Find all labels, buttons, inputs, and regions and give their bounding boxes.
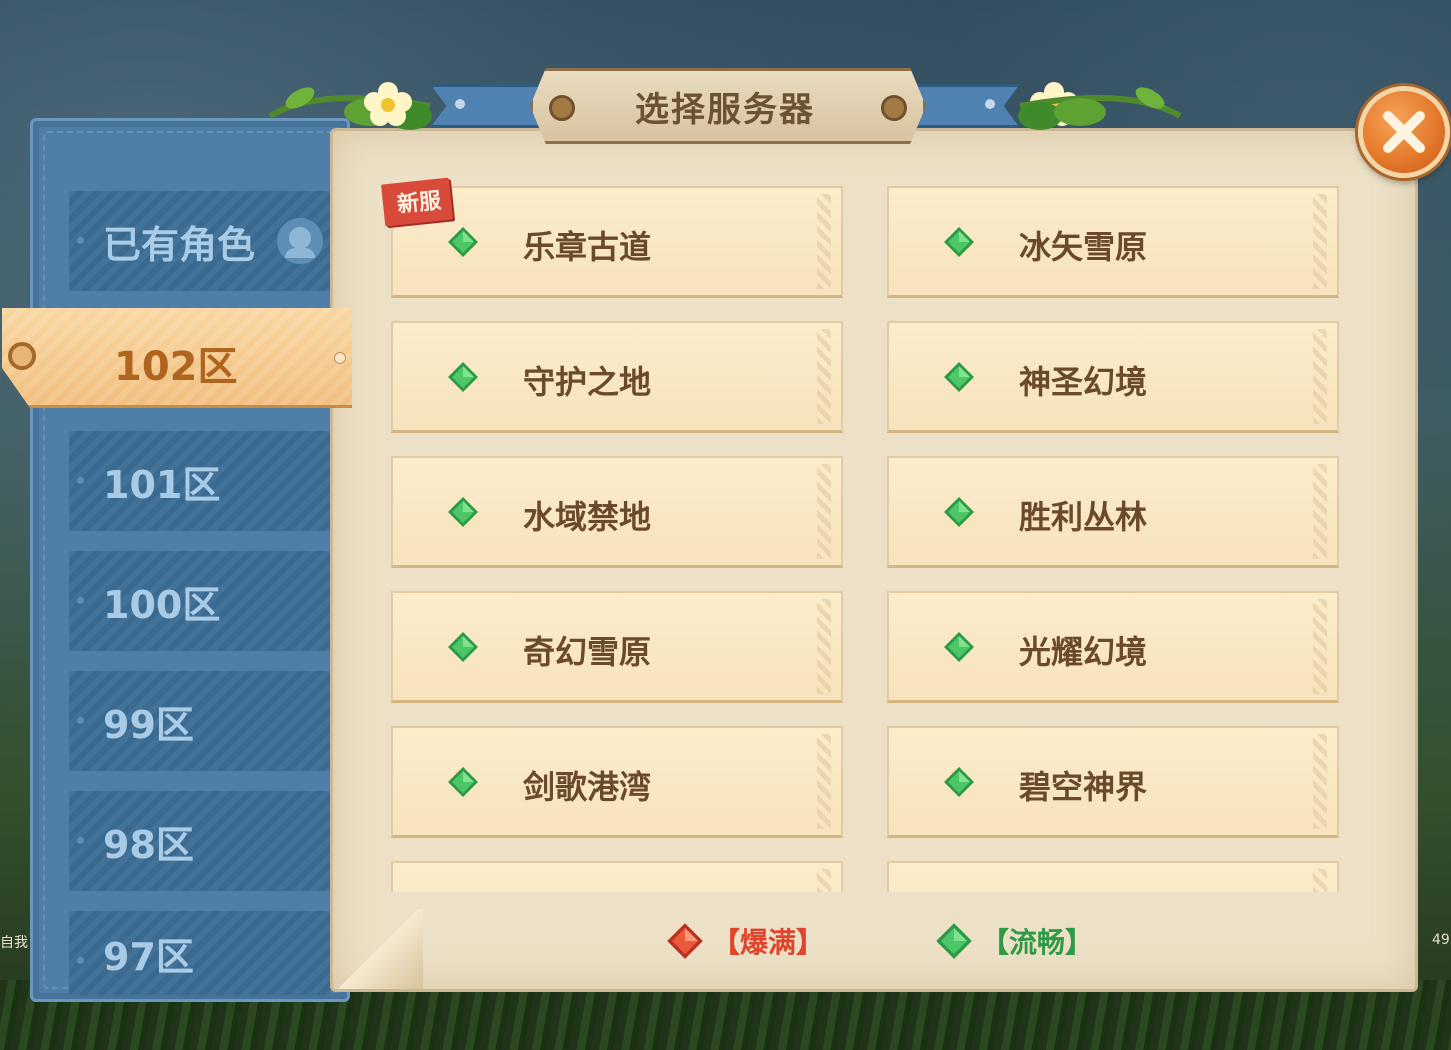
close-button[interactable] bbox=[1358, 86, 1450, 178]
server-card[interactable]: 胜利丛林 bbox=[887, 456, 1339, 568]
green-gem-icon bbox=[448, 227, 478, 257]
server-card[interactable]: 奇幻雪原 bbox=[391, 591, 843, 703]
sidebar-item-zone-100[interactable]: 100区 bbox=[69, 551, 331, 651]
sidebar-item-zone-102-selected[interactable]: 102区 bbox=[2, 308, 352, 408]
sidebar-item-label: 102区 bbox=[114, 344, 238, 390]
server-name: 剑歌港湾 bbox=[523, 768, 652, 806]
server-name: 冰矢雪原 bbox=[1019, 228, 1148, 266]
legend-smooth-label: 【流畅】 bbox=[981, 926, 1094, 959]
server-list-panel: 乐章古道 冰矢雪原 守护之地 神圣幻境 水域禁地 胜利丛林 奇幻雪原 光耀幻境 … bbox=[330, 128, 1418, 992]
new-server-badge: 新服 bbox=[380, 177, 454, 227]
background-edge-text-right: 49 bbox=[1432, 932, 1450, 948]
server-card[interactable]: 水域禁地 bbox=[391, 456, 843, 568]
server-name: 乐章古道 bbox=[523, 228, 652, 266]
page-title: 选择服务器 bbox=[635, 90, 815, 130]
server-name: 碧空神界 bbox=[1019, 768, 1148, 806]
legend-smooth: 【流畅】 bbox=[935, 921, 1093, 961]
green-gem-icon bbox=[944, 362, 974, 392]
zone-sidebar: 已有角色 101区 100区 99区 98区 97区 bbox=[30, 118, 350, 1002]
rivet-icon bbox=[985, 99, 995, 109]
tab-dot bbox=[77, 237, 84, 244]
sidebar-item-label: 98区 bbox=[103, 822, 194, 867]
server-card[interactable]: 冰矢雪原 bbox=[887, 186, 1339, 298]
tab-dot bbox=[77, 477, 84, 484]
green-gem-icon bbox=[448, 362, 478, 392]
server-name: 光耀幻境 bbox=[1019, 633, 1148, 671]
background-edge-text-left: 自我 bbox=[0, 935, 28, 951]
green-gem-icon bbox=[936, 923, 972, 959]
server-name: 奇幻雪原 bbox=[523, 633, 652, 671]
sidebar-item-zone-99[interactable]: 99区 bbox=[69, 671, 331, 771]
server-card[interactable]: 乐章古道 bbox=[391, 186, 843, 298]
flower-icon bbox=[364, 82, 412, 126]
server-name: 水域禁地 bbox=[523, 498, 652, 536]
tab-dot bbox=[77, 957, 84, 964]
title-banner: 选择服务器 bbox=[260, 62, 1190, 152]
green-gem-icon bbox=[944, 227, 974, 257]
green-gem-icon bbox=[448, 632, 478, 662]
sidebar-item-label: 101区 bbox=[103, 462, 221, 507]
leaf-vine-icon bbox=[1018, 87, 1182, 130]
sidebar-item-zone-97[interactable]: 97区 bbox=[69, 911, 331, 995]
sidebar-item-zone-98[interactable]: 98区 bbox=[69, 791, 331, 891]
green-gem-icon bbox=[944, 767, 974, 797]
green-gem-icon bbox=[944, 632, 974, 662]
sidebar-item-label: 97区 bbox=[103, 934, 194, 979]
tab-dot bbox=[77, 597, 84, 604]
server-name: 守护之地 bbox=[523, 363, 652, 401]
red-gem-icon bbox=[667, 923, 703, 959]
green-gem-icon bbox=[448, 497, 478, 527]
legend-full: 【爆满】 bbox=[666, 921, 824, 961]
green-gem-icon bbox=[448, 767, 478, 797]
tag-ring-icon bbox=[8, 342, 36, 370]
status-legend: 【爆满】 【流畅】 bbox=[333, 921, 1415, 971]
avatar-icon bbox=[277, 218, 324, 264]
tab-dot bbox=[77, 717, 84, 724]
sidebar-item-label: 99区 bbox=[103, 702, 194, 747]
server-card-partial[interactable] bbox=[887, 861, 1339, 892]
sidebar-item-existing-characters[interactable]: 已有角色 bbox=[69, 191, 331, 291]
server-card[interactable]: 神圣幻境 bbox=[887, 321, 1339, 433]
green-gem-icon bbox=[944, 497, 974, 527]
server-card[interactable]: 碧空神界 bbox=[887, 726, 1339, 838]
sidebar-item-label: 100区 bbox=[103, 582, 221, 627]
legend-full-label: 【爆满】 bbox=[712, 926, 825, 959]
close-icon bbox=[1383, 111, 1425, 153]
server-name: 神圣幻境 bbox=[1019, 363, 1148, 401]
tag-hole-icon bbox=[334, 352, 346, 364]
server-card[interactable]: 剑歌港湾 bbox=[391, 726, 843, 838]
server-name: 胜利丛林 bbox=[1019, 498, 1148, 536]
sidebar-item-zone-101[interactable]: 101区 bbox=[69, 431, 331, 531]
paper-curl-decoration bbox=[333, 909, 423, 989]
server-card[interactable]: 守护之地 bbox=[391, 321, 843, 433]
sidebar-item-label: 已有角色 bbox=[103, 222, 256, 267]
server-card-partial[interactable] bbox=[391, 861, 843, 892]
server-list[interactable]: 乐章古道 冰矢雪原 守护之地 神圣幻境 水域禁地 胜利丛林 奇幻雪原 光耀幻境 … bbox=[391, 186, 1351, 892]
rivet-icon bbox=[455, 99, 465, 109]
server-card[interactable]: 光耀幻境 bbox=[887, 591, 1339, 703]
tab-dot bbox=[77, 837, 84, 844]
